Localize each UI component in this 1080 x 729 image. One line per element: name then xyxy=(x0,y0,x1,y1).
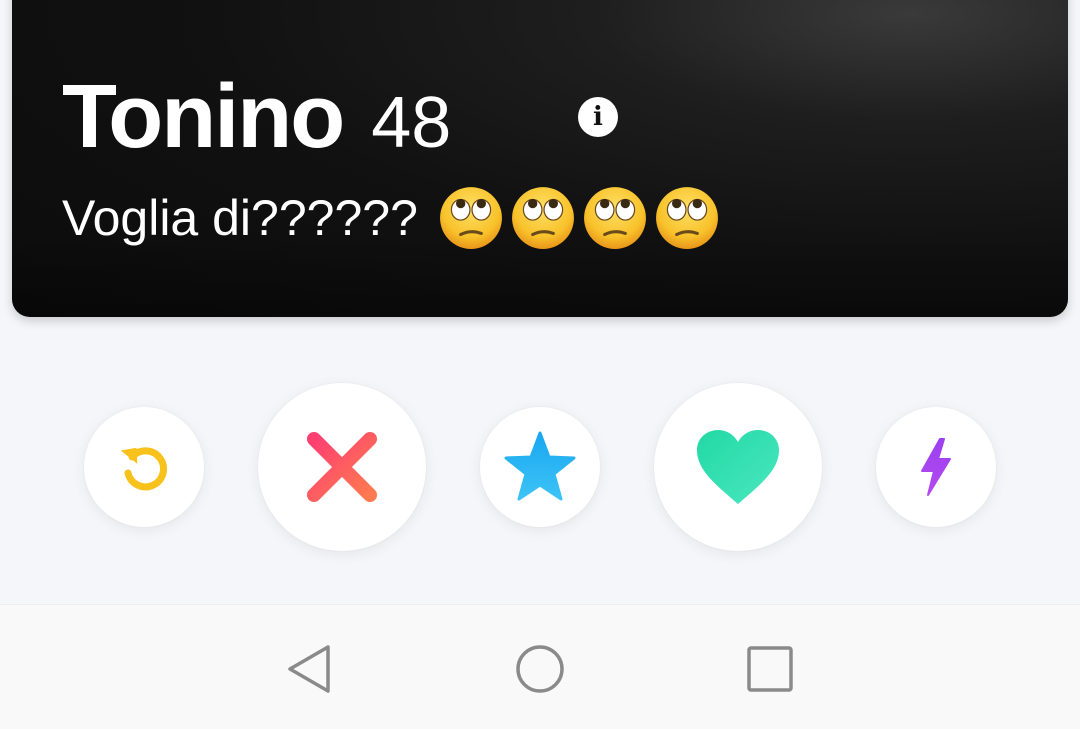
system-nav-bar xyxy=(0,604,1080,729)
bio-text: Voglia di?????? xyxy=(62,190,418,246)
face-with-rolling-eyes-icon xyxy=(511,187,574,249)
home-circle-icon xyxy=(516,645,564,693)
info-icon[interactable]: i xyxy=(578,97,618,137)
bio-emoji-group xyxy=(438,185,720,251)
face-with-rolling-eyes-icon xyxy=(583,187,646,249)
profile-age: 48 xyxy=(371,83,452,163)
face-with-rolling-eyes-icon xyxy=(655,187,718,249)
back-triangle-icon xyxy=(288,645,330,693)
star-icon xyxy=(504,431,576,501)
rewind-icon xyxy=(120,447,167,491)
super-like-button[interactable] xyxy=(480,407,600,527)
recents-button[interactable] xyxy=(744,643,796,695)
lightning-icon xyxy=(921,438,951,496)
back-button[interactable] xyxy=(283,643,335,695)
heart-icon xyxy=(697,430,779,504)
recents-square-icon xyxy=(747,646,793,692)
boost-button[interactable] xyxy=(876,407,996,527)
nope-button[interactable] xyxy=(258,383,426,551)
profile-name: Tonino xyxy=(62,67,345,167)
rewind-button[interactable] xyxy=(84,407,204,527)
face-with-rolling-eyes-icon xyxy=(439,187,502,249)
like-button[interactable] xyxy=(654,383,822,551)
home-button[interactable] xyxy=(514,643,566,695)
app-screen: Tonino 48 i Voglia di?????? xyxy=(0,0,1080,729)
x-icon xyxy=(307,432,377,502)
profile-card[interactable]: Tonino 48 i Voglia di?????? xyxy=(12,0,1068,317)
profile-bio: Voglia di?????? xyxy=(62,185,720,251)
profile-name-row: Tonino 48 xyxy=(62,72,451,162)
